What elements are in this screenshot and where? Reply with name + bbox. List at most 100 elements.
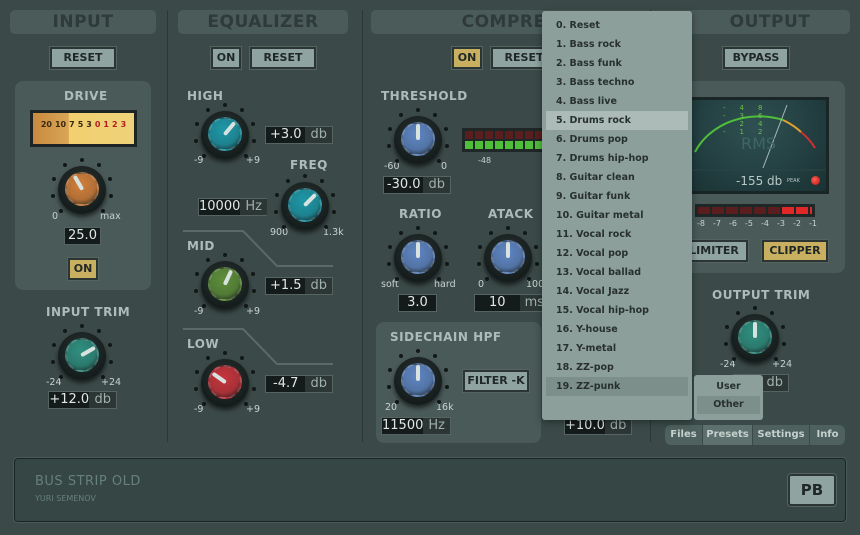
peak-led-icon	[811, 176, 820, 185]
preset-menu-item[interactable]: 15. Vocal hip-hop	[546, 301, 688, 320]
unit: db	[305, 127, 332, 143]
footer-panel	[14, 458, 846, 522]
eq-freq-knob[interactable]	[281, 182, 329, 230]
preset-menu-item[interactable]: 12. Vocal pop	[546, 244, 688, 263]
ratio-value: 3.0	[398, 294, 437, 312]
preset-menu-item[interactable]: 4. Bass live	[546, 92, 688, 111]
meter-scale-label: -3	[777, 219, 785, 228]
pb-button[interactable]: PB	[788, 474, 836, 506]
threshold-value: -30.0 db	[383, 176, 451, 194]
freq-label: FREQ	[290, 158, 328, 172]
preset-menu-item[interactable]: 1. Bass rock	[546, 35, 688, 54]
filter-k-button[interactable]: FILTER -K	[463, 370, 529, 392]
tab-info[interactable]: Info	[810, 425, 845, 445]
threshold-label: THRESHOLD	[381, 89, 468, 103]
drive-knob[interactable]	[58, 166, 106, 214]
preset-menu-item[interactable]: 13. Vocal ballad	[546, 263, 688, 282]
attack-knob[interactable]	[484, 234, 532, 282]
plugin-author: YURI SEMENOV	[35, 494, 96, 503]
preset-menu-item[interactable]: 2. Bass funk	[546, 54, 688, 73]
attack-label: ATACK	[488, 207, 534, 221]
unit: db	[305, 376, 332, 392]
meter-scale-label: -7	[713, 219, 721, 228]
output-level-meter	[695, 204, 815, 217]
vu-reading: -155 db	[736, 174, 783, 188]
high-value-text: +3.0	[269, 127, 302, 142]
threshold-value-text: -30.0	[386, 177, 421, 192]
ratio-knob[interactable]	[394, 234, 442, 282]
preset-menu: 0. Reset 1. Bass rock 2. Bass funk 3. Bass …	[542, 11, 692, 420]
unit: Hz	[240, 199, 267, 215]
clipper-button[interactable]: CLIPPER	[762, 240, 828, 262]
preset-menu-item[interactable]: 3. Bass techno	[546, 73, 688, 92]
preset-menu-item[interactable]: 10. Guitar metal	[546, 206, 688, 225]
comp-on-button[interactable]: ON	[452, 47, 482, 69]
attack-value: 10 ms	[474, 294, 550, 312]
output-meter-scale: -8 -7 -6 -5 -4 -3 -2 -1	[697, 219, 817, 228]
sidechain-value: 11500 Hz	[381, 417, 451, 435]
tab-settings[interactable]: Settings	[753, 425, 809, 445]
meter-scale-label: -4	[761, 219, 769, 228]
unit: db	[423, 177, 450, 193]
preset-menu-item[interactable]: 16. Y-house	[546, 320, 688, 339]
sidechain-value-text: 11500	[382, 418, 424, 433]
meter-scale-label: -1	[809, 219, 817, 228]
eq-high-knob[interactable]	[201, 111, 249, 159]
preset-menu-item[interactable]: 7. Drums hip-hop	[546, 149, 688, 168]
output-trim-label: OUTPUT TRIM	[712, 288, 811, 302]
meter-scale-label: -2	[793, 219, 801, 228]
eq-low-knob[interactable]	[201, 359, 249, 407]
low-value-text: -4.7	[273, 376, 299, 391]
unit: db	[604, 418, 632, 434]
sidechain-knob[interactable]	[394, 357, 442, 405]
sidechain-label: SIDECHAIN HPF	[390, 330, 502, 344]
mid-value-text: +1.5	[269, 278, 302, 293]
meter-scale-label: -8	[697, 219, 705, 228]
preset-menu-item[interactable]: 9. Guitar funk	[546, 187, 688, 206]
freq-value-text: 10000	[199, 199, 241, 214]
ratio-label: RATIO	[399, 207, 442, 221]
unit: db	[305, 278, 332, 294]
mid-value: +1.5 db	[265, 277, 333, 295]
tab-files[interactable]: Files	[665, 425, 702, 445]
freq-value: 10000 Hz	[198, 198, 267, 216]
preset-menu-item[interactable]: 17. Y-metal	[546, 339, 688, 358]
threshold-knob[interactable]	[394, 116, 442, 164]
peak-label: PEAK	[787, 178, 800, 184]
preset-menu-item[interactable]: 14. Vocal Jazz	[546, 282, 688, 301]
preset-menu-item[interactable]: 11. Vocal rock	[546, 225, 688, 244]
bypass-button[interactable]: BYPASS	[723, 47, 789, 69]
preset-menu-item[interactable]: 5. Drums rock	[546, 111, 688, 130]
preset-menu-item[interactable]: 6. Drums pop	[546, 130, 688, 149]
output-vu-meter: -48 -36 -24 -12 RMS -155 db PEAK	[680, 97, 829, 194]
rms-label: RMS	[741, 134, 777, 153]
input-trim-knob[interactable]	[58, 332, 106, 380]
attack-value-text: 10	[489, 295, 506, 310]
divider	[362, 10, 363, 442]
high-value: +3.0 db	[265, 126, 333, 144]
eq-mid-knob[interactable]	[201, 261, 249, 309]
high-label: HIGH	[187, 89, 224, 103]
meter-label: -48	[478, 156, 492, 165]
output-trim-knob[interactable]	[731, 314, 779, 362]
gain-value-text: +10.0	[565, 418, 605, 433]
plugin-title: BUS STRIP OLD	[35, 474, 141, 489]
preset-menu-item[interactable]: 19. ZZ-punk	[546, 377, 688, 396]
submenu-item-user[interactable]: User	[697, 378, 760, 396]
unit: Hz	[423, 418, 450, 434]
unit: db	[761, 375, 788, 391]
vu-scale-labels: -48 -36 -24 -12	[723, 104, 777, 136]
meter-scale-label: -6	[729, 219, 737, 228]
meter-scale-label: -5	[745, 219, 753, 228]
gain-reduction-meter	[462, 128, 552, 152]
low-value: -4.7 db	[265, 375, 333, 393]
mid-label: MID	[187, 239, 215, 253]
preset-menu-item[interactable]: 0. Reset	[546, 16, 688, 35]
low-label: LOW	[187, 337, 220, 351]
preset-menu-item[interactable]: 8. Guitar clean	[546, 168, 688, 187]
tab-presets[interactable]: Presets	[703, 425, 752, 445]
ratio-value-text: 3.0	[407, 295, 428, 310]
submenu-item-other[interactable]: Other	[697, 396, 760, 414]
preset-submenu: User Other	[694, 375, 763, 420]
preset-menu-item[interactable]: 18. ZZ-pop	[546, 358, 688, 377]
